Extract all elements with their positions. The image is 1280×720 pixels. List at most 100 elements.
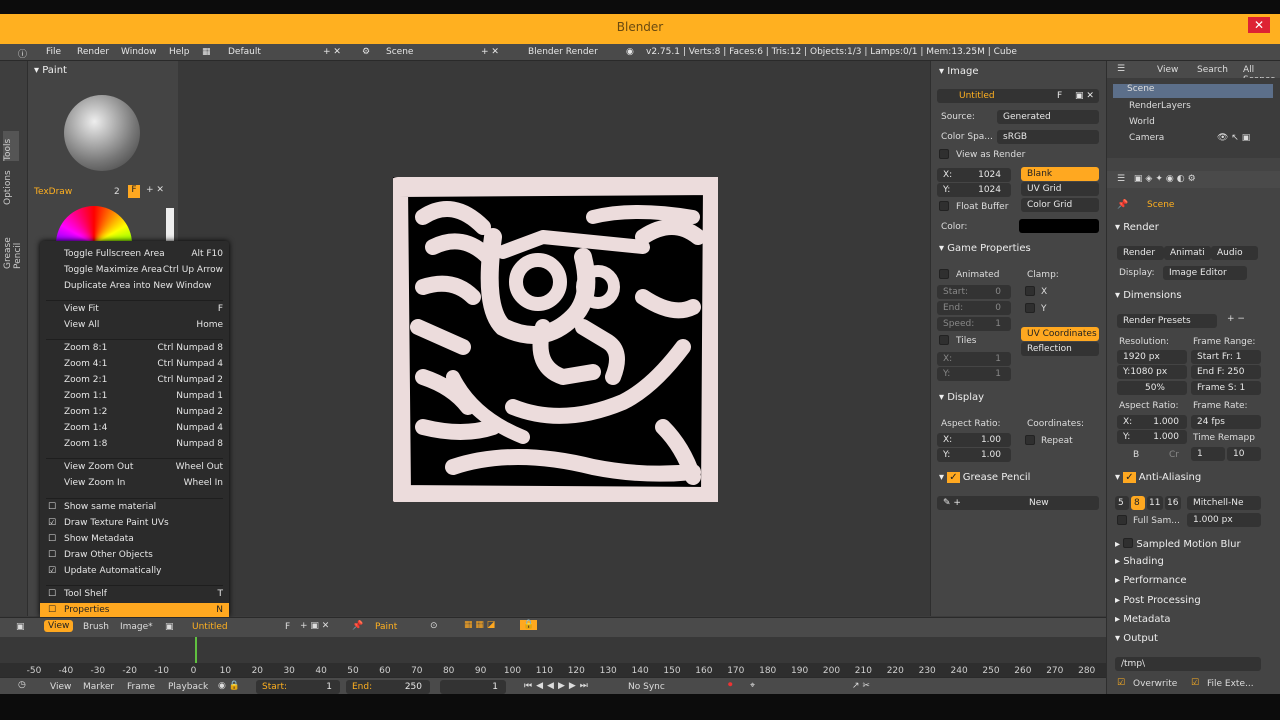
aa-16[interactable]: 16 [1165,496,1181,510]
type-blank[interactable]: Blank [1021,167,1099,181]
image-fake-button[interactable]: F [1057,89,1062,103]
height-field[interactable]: Y: 1024 [937,183,1011,197]
menu-item-view-zoom-out[interactable]: View Zoom Out Wheel Out [40,460,229,475]
image-datablock[interactable]: Untitled F ▣ ✕ [937,89,1099,103]
full-sample-checkbox[interactable] [1117,515,1127,525]
display-panel-header[interactable]: ▾ Display [939,392,1106,409]
add-layout-icon[interactable]: + ✕ [323,47,341,57]
start-frame-field[interactable]: Start Fr: 1 [1191,350,1261,364]
menu-item-tool-shelf[interactable]: Tool Shelf T ☐ [40,587,229,602]
end-frame-field[interactable]: End F: 250 [1191,365,1261,379]
menu-file[interactable]: File [46,47,61,57]
animation-button[interactable]: Animati [1164,246,1211,260]
viewbar-image-actions-icon[interactable]: + ▣ ✕ [300,621,329,631]
type-uv-grid[interactable]: UV Grid [1021,182,1099,196]
viewbar-image-name[interactable]: Untitled [192,622,228,632]
engine-select[interactable]: Blender Render [528,47,598,57]
menu-item-toggle-maximize-area[interactable]: Toggle Maximize Area Ctrl Up Arrow [40,263,229,278]
menu-item-view-zoom-in[interactable]: View Zoom In Wheel In [40,476,229,491]
menu-item-properties[interactable]: Properties N ☐ [40,603,229,618]
colorspace-select[interactable]: sRGB [997,130,1099,144]
menu-brush[interactable]: Brush [83,622,109,632]
post-processing-header[interactable]: ▸ Post Processing [1115,595,1280,612]
menu-item-zoom-1-1[interactable]: Zoom 1:1 Numpad 1 [40,389,229,404]
aspect-x-field[interactable]: X: 1.000 [1117,415,1187,429]
menu-item-zoom-1-4[interactable]: Zoom 1:4 Numpad 4 [40,421,229,436]
preview-range-icon[interactable]: ◉ 🔒 [218,681,240,691]
menu-item-draw-texture-paint-uvs[interactable]: Draw Texture Paint UVs ☑ [40,516,229,531]
layout-field[interactable]: Default [228,47,261,57]
filter-size-field[interactable]: 1.000 px [1187,513,1261,527]
image-panel-header[interactable]: ▾ Image [939,66,1106,83]
menu-render[interactable]: Render [77,47,109,57]
aa-11[interactable]: 11 [1147,496,1163,510]
timeline-menu-playback[interactable]: Playback [168,682,208,692]
performance-header[interactable]: ▸ Performance [1115,575,1280,592]
visibility-icon[interactable]: 👁 ↖ ▣ [1217,133,1277,143]
outliner-row-renderlayers[interactable]: RenderLayers [1129,101,1191,111]
key-insert-icon[interactable]: ↗ ✂ [852,681,870,691]
snap-icons[interactable]: ▦ ▦ ◪ [464,620,495,630]
sync-select[interactable]: No Sync [628,682,665,692]
float-buffer-checkbox[interactable] [939,201,949,211]
fps-select[interactable]: 24 fps [1191,415,1261,429]
start-frame-input[interactable]: Start: 1 [256,680,340,694]
add-brush-icon[interactable]: + ✕ [146,185,164,195]
menu-item-update-automatically[interactable]: Update Automatically ☑ [40,564,229,579]
menu-item-zoom-4-1[interactable]: Zoom 4:1 Ctrl Numpad 4 [40,357,229,372]
display-select[interactable]: Image Editor [1163,266,1247,280]
tab-grease-pencil[interactable]: Grease Pencil [3,209,23,269]
type-color-grid[interactable]: Color Grid [1021,198,1099,212]
info-icon[interactable]: ⓘ [18,47,27,60]
menu-item-zoom-1-8[interactable]: Zoom 1:8 Numpad 8 [40,437,229,452]
mode-select[interactable]: Paint [375,622,397,632]
brush-name[interactable]: TexDraw [34,187,72,197]
res-y-field[interactable]: Y:1080 px [1117,365,1187,379]
output-path-field[interactable]: /tmp\ [1115,657,1261,671]
menu-item-zoom-1-2[interactable]: Zoom 1:2 Numpad 2 [40,405,229,420]
presets-add-icon[interactable]: + − [1227,314,1245,324]
view-as-render-checkbox[interactable] [939,149,949,159]
grease-new-button[interactable]: ✎ + New [937,496,1099,510]
metadata-header[interactable]: ▸ Metadata [1115,614,1280,631]
color-swatch[interactable] [1019,219,1099,233]
tiles-x-field[interactable]: X: 1 [937,352,1011,366]
menu-view[interactable]: View [44,620,74,632]
tab-options[interactable]: Options [3,165,19,205]
width-field[interactable]: X: 1024 [937,168,1011,182]
pin-icon[interactable]: 📌 [1117,200,1128,210]
menu-item-zoom-8-1[interactable]: Zoom 8:1 Ctrl Numpad 8 [40,341,229,356]
end-frame-input[interactable]: End: 250 [346,680,430,694]
render-panel-header[interactable]: ▾ Render [1115,222,1280,239]
menu-item-draw-other-objects[interactable]: Draw Other Objects ☐ [40,548,229,563]
playback-controls-icon[interactable]: ⏮◀◀▶▶⏭ [524,681,592,691]
image-browse-icon[interactable]: ▣ [165,622,174,632]
end-field[interactable]: End: 0 [937,301,1011,315]
pivot-icon[interactable]: ⊙ [430,621,438,631]
outliner-row-camera[interactable]: Camera 👁 ↖ ▣ [1129,133,1250,143]
clamp-y-checkbox[interactable] [1025,303,1035,313]
current-frame-input[interactable]: 1 [440,680,506,694]
outliner-menu-view[interactable]: View [1157,65,1178,75]
pin-image-icon[interactable]: 📌 [352,621,363,631]
outliner-row-world[interactable]: World [1129,117,1155,127]
shading-header[interactable]: ▸ Shading [1115,556,1280,573]
outliner-menu-search[interactable]: Search [1197,65,1228,75]
menu-image[interactable]: Image* [120,622,153,632]
aspect-y-field[interactable]: Y: 1.000 [1117,430,1187,444]
scene-field[interactable]: Scene [386,47,413,57]
close-button[interactable]: ✕ [1248,17,1270,33]
open-image-icon[interactable]: ▣ ✕ [1075,89,1094,103]
aspect-y-field[interactable]: Y: 1.00 [937,448,1011,462]
timeline-editor-icon[interactable]: ◷ [18,680,26,690]
current-frame-line[interactable] [195,637,197,663]
lock-icon[interactable]: 🔒 [520,620,538,630]
start-field[interactable]: Start: 0 [937,285,1011,299]
viewbar-fake-button[interactable]: F [285,622,290,632]
fake-user-button[interactable]: F [128,185,140,198]
aa-8[interactable]: 8 [1131,496,1145,510]
filter-select[interactable]: Mitchell-Ne [1187,496,1261,510]
menu-item-duplicate-area-into-new-window[interactable]: Duplicate Area into New Window [40,279,229,294]
menu-item-toggle-fullscreen-area[interactable]: Toggle Fullscreen Area Alt F10 [40,247,229,262]
menu-item-view-fit[interactable]: View Fit F [40,302,229,317]
